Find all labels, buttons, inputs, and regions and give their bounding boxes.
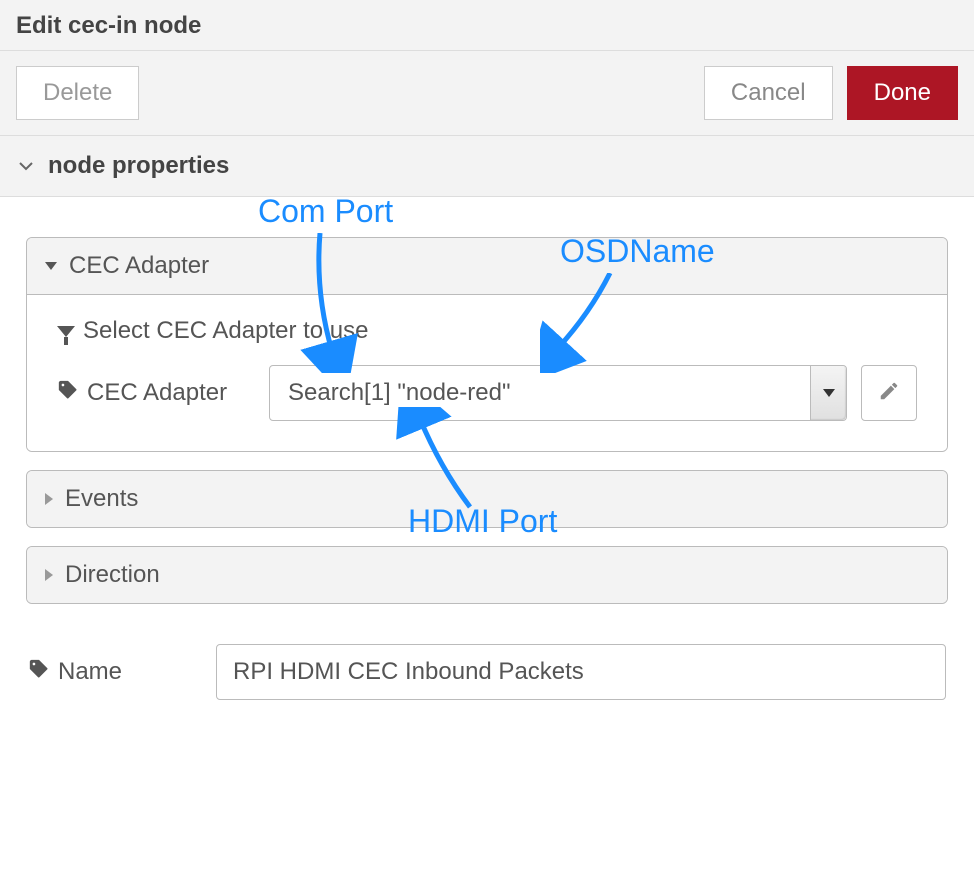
form-area: CEC Adapter Select CEC Adapter to use CE… [0,197,974,720]
cancel-button[interactable]: Cancel [704,66,833,120]
caret-right-icon [45,569,53,581]
cec-adapter-field-label: CEC Adapter [57,379,257,408]
done-button[interactable]: Done [847,66,958,120]
cec-adapter-panel: CEC Adapter Select CEC Adapter to use CE… [26,237,948,452]
header-bar: Edit cec-in node [0,0,974,51]
pencil-icon [878,380,900,407]
events-panel: Events [26,470,948,528]
action-bar: Delete Cancel Done [0,51,974,136]
caret-down-icon [45,262,57,270]
section-header[interactable]: node properties [0,136,974,197]
help-text: Select CEC Adapter to use [83,317,369,345]
help-text-row: Select CEC Adapter to use [57,317,917,345]
direction-panel: Direction [26,546,948,604]
caret-right-icon [45,493,53,505]
cec-adapter-panel-title: CEC Adapter [69,252,209,280]
chevron-down-icon [18,159,34,173]
caret-down-icon [823,389,835,397]
edit-adapter-button[interactable] [861,365,917,421]
name-input[interactable] [216,644,946,700]
section-title: node properties [48,152,229,180]
cec-adapter-panel-body: Select CEC Adapter to use CEC Adapter Se… [27,295,947,451]
cec-adapter-label-text: CEC Adapter [87,379,227,407]
annotation-com-port: Com Port [258,193,393,230]
help-label: Select CEC Adapter to use [57,317,369,345]
name-field-row: Name [26,644,948,700]
direction-panel-title: Direction [65,561,160,589]
direction-panel-header[interactable]: Direction [27,547,947,603]
dropdown-arrow-button [810,366,846,420]
cec-adapter-select[interactable]: Search[1] "node-red" [269,365,847,421]
delete-button[interactable]: Delete [16,66,139,120]
cec-adapter-field-row: CEC Adapter Search[1] "node-red" [57,365,917,421]
name-label-text: Name [58,658,122,686]
name-field-label: Name [28,658,202,687]
events-panel-header[interactable]: Events [27,471,947,527]
tag-icon [28,658,50,687]
page-title: Edit cec-in node [16,12,958,40]
events-panel-title: Events [65,485,138,513]
tag-icon [57,379,79,408]
select-wrap: Search[1] "node-red" [269,365,917,421]
cec-adapter-panel-header[interactable]: CEC Adapter [27,238,947,295]
filter-icon [57,326,75,337]
action-right-group: Cancel Done [704,66,958,120]
cec-adapter-select-value: Search[1] "node-red" [288,379,511,407]
